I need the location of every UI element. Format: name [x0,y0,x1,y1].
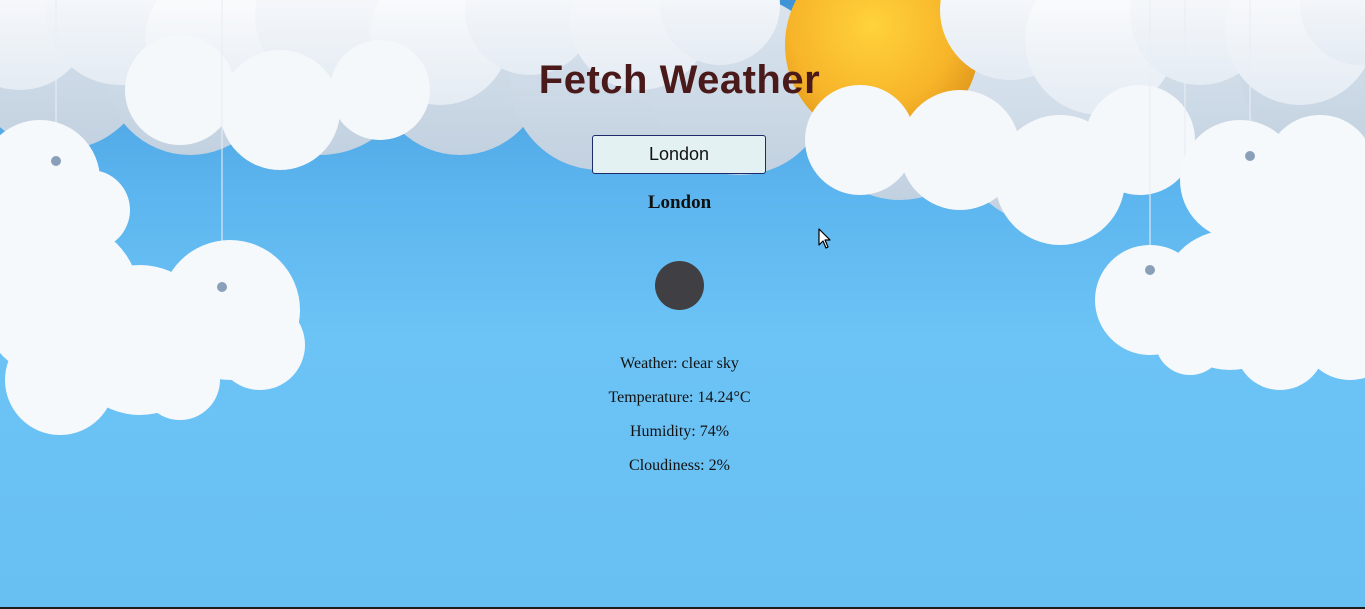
page-title: Fetch Weather [538,58,821,102]
left-hanging-clouds [0,120,305,435]
weather-icon [655,261,704,310]
temperature-value: Temperature: 14.24°C [608,389,751,406]
mouse-cursor-icon [818,228,831,249]
cloudiness-value: Cloudiness: 2% [629,457,730,474]
city-search-input[interactable] [592,135,766,174]
humidity-value: Humidity: 74% [629,423,730,440]
city-name: London [647,192,712,213]
weather-description: Weather: clear sky [620,355,739,372]
